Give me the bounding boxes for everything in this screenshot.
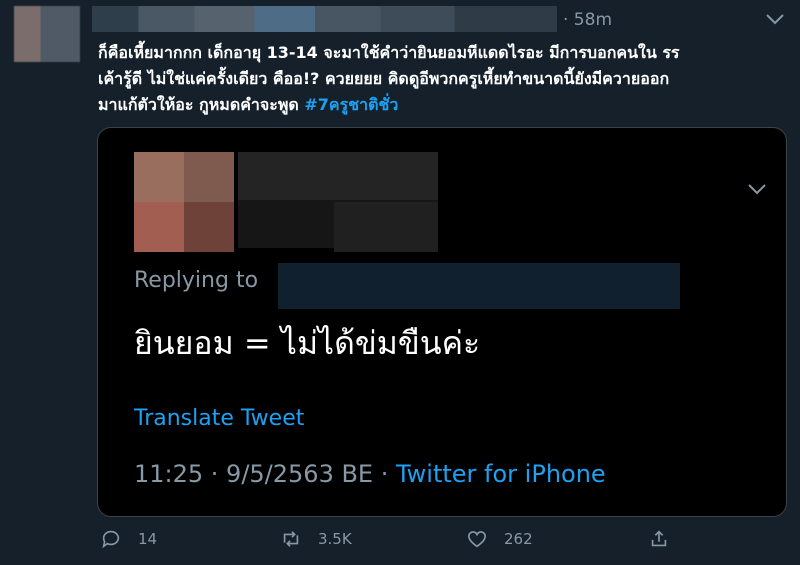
tweet-source-link[interactable]: Twitter for iPhone (396, 460, 606, 488)
share-icon (651, 530, 667, 547)
hashtag-link[interactable]: #7ครูชาติชั่ว (304, 95, 398, 114)
tweet-text-line: มาแก้ตัวให้อะ กูหมดคำจะพูด #7ครูชาติชั่ว (98, 92, 788, 118)
tweet-text-segment: มาแก้ตัวให้อะ กูหมดคำจะพูด (98, 95, 299, 114)
tweet-text-line: ก็คือเหี้ยมากกก เด็กอายุ 13-14 จะมาใช้คำ… (98, 43, 680, 62)
replying-to-label: Replying to (134, 268, 259, 293)
quoted-tweet-text: ยินยอม = ไม่ได้ข่มขืนค่ะ (134, 324, 481, 362)
quoted-name-redacted (334, 202, 438, 252)
heart-icon (467, 531, 487, 548)
like-count: 262 (504, 530, 533, 548)
chevron-down-icon[interactable] (746, 180, 768, 198)
retweet-icon (283, 531, 299, 547)
share-button[interactable] (648, 528, 670, 550)
retweet-button[interactable]: 3.5K (280, 528, 352, 550)
reply-icon (102, 530, 120, 549)
reply-count: 14 (138, 530, 158, 548)
chevron-down-icon[interactable] (764, 10, 786, 28)
like-button[interactable]: 262 (466, 528, 533, 550)
author-name-redacted[interactable] (92, 6, 557, 32)
action-bar: 14 3.5K 262 (100, 528, 780, 558)
avatar[interactable] (14, 6, 80, 62)
replying-to-user-redacted[interactable] (278, 263, 680, 309)
tweet-text-line: เค้ารู้ดี ไม่ใช่แค่ครั้งเดียว คืออ!? ควย… (98, 69, 670, 88)
tweet-meta: 11:25 · 9/5/2563 BE · Twitter for iPhone (134, 460, 606, 488)
quoted-tweet[interactable]: Replying to ยินยอม = ไม่ได้ข่มขืนค่ะ Tra… (97, 127, 787, 517)
reply-button[interactable]: 14 (100, 528, 157, 550)
translate-tweet-link[interactable]: Translate Tweet (134, 406, 304, 431)
tweet-text: ก็คือเหี้ยมากกก เด็กอายุ 13-14 จะมาใช้คำ… (98, 40, 788, 118)
tweet-time[interactable]: · 58m (563, 10, 612, 30)
retweet-count: 3.5K (318, 530, 352, 548)
tweet-timestamp[interactable]: 11:25 · 9/5/2563 BE · (134, 460, 396, 488)
quoted-avatar[interactable] (134, 152, 234, 252)
